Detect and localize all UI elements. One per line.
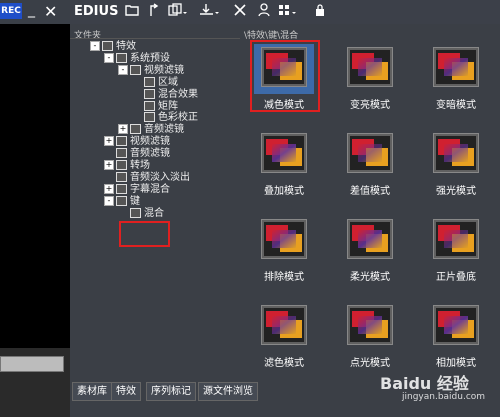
effect-label[interactable]: 叠加模式 — [249, 182, 319, 197]
effect-label[interactable]: 相加模式 — [421, 354, 491, 369]
folder-icon — [116, 195, 127, 206]
expand-icon[interactable]: + — [118, 124, 128, 135]
collapse-icon[interactable]: - — [90, 41, 100, 51]
tree-item[interactable]: + 视频滤镜 — [104, 136, 170, 148]
folder-icon — [144, 100, 155, 111]
tree-item[interactable]: 音频滤镜 — [104, 148, 170, 160]
properties-icon[interactable] — [256, 3, 272, 19]
tree-item[interactable]: - 视频滤镜 — [118, 64, 184, 77]
watermark-url: jingyan.baidu.com — [402, 392, 486, 402]
effect-thumbnail[interactable] — [348, 306, 392, 344]
selected-effect-highlight — [250, 40, 320, 112]
minimize-button[interactable]: _ — [28, 2, 35, 18]
lock-icon[interactable] — [312, 3, 328, 19]
tree-item-label: 键 — [130, 195, 140, 207]
close-button[interactable]: ✕ — [44, 2, 57, 21]
effect-label[interactable]: 变暗模式 — [421, 96, 491, 111]
collapse-icon[interactable]: - — [104, 195, 114, 206]
tree-item[interactable]: + 转场 — [104, 160, 150, 172]
tree-item-label: 视频滤镜 — [144, 64, 184, 76]
app-title: EDIUS — [74, 4, 119, 19]
tab-sequence-markers[interactable]: 序列标记 — [146, 382, 196, 401]
folder-icon — [144, 112, 155, 123]
expand-icon[interactable]: + — [104, 160, 114, 170]
expand-icon[interactable]: + — [104, 183, 114, 194]
tree-item-label: 字幕混合 — [130, 183, 170, 195]
tree-item-label: 矩阵 — [158, 100, 178, 112]
effect-label[interactable]: 柔光模式 — [335, 268, 405, 283]
effect-thumbnail[interactable] — [348, 220, 392, 258]
tree-item[interactable]: 混合效果 — [132, 88, 198, 101]
folder-icon — [116, 171, 127, 182]
rec-indicator: REC — [0, 3, 22, 19]
collapse-icon[interactable]: - — [118, 64, 128, 75]
tree-item-label: 视频滤镜 — [130, 136, 170, 148]
tree-item-label: 系统预设 — [130, 52, 170, 64]
view-dropdown-icon[interactable] — [278, 3, 300, 19]
tab-source-browser[interactable]: 源文件浏览 — [198, 382, 258, 401]
tree-item[interactable]: 音频淡入淡出 — [104, 171, 190, 184]
copy-dropdown-icon[interactable] — [168, 3, 190, 19]
effect-label[interactable]: 变亮模式 — [335, 96, 405, 111]
effect-thumbnail[interactable] — [262, 134, 306, 172]
folder-icon — [116, 183, 127, 194]
folder-icon — [130, 124, 141, 135]
tree-item[interactable]: 区域 — [132, 76, 178, 89]
folder-icon — [116, 136, 127, 147]
tree-item-label: 色彩校正 — [158, 112, 198, 124]
collapse-icon[interactable]: - — [104, 52, 114, 63]
effect-thumbnail[interactable] — [434, 306, 478, 344]
effect-thumbnail[interactable] — [262, 306, 306, 344]
folder-icon — [116, 52, 127, 63]
effect-label[interactable]: 强光模式 — [421, 182, 491, 197]
tree-item-label: 转场 — [130, 160, 150, 171]
tree-item[interactable]: - 系统预设 — [104, 52, 170, 65]
effect-thumbnail[interactable] — [434, 48, 478, 86]
baidu-watermark: Baidu 经验 — [380, 374, 469, 393]
folder-icon — [130, 207, 141, 218]
effect-thumbnail[interactable] — [262, 220, 306, 258]
tree-item-label: 音频滤镜 — [130, 148, 170, 160]
effect-label[interactable]: 排除模式 — [249, 268, 319, 283]
delete-icon[interactable] — [232, 3, 248, 19]
effect-label[interactable]: 差值模式 — [335, 182, 405, 197]
tree-item-label: 音频滤镜 — [144, 124, 184, 136]
tree-item[interactable]: + 字幕混合 — [104, 183, 170, 196]
folder-icon — [130, 64, 141, 75]
effect-thumbnail[interactable] — [434, 220, 478, 258]
effect-label[interactable]: 滤色模式 — [249, 354, 319, 369]
tree-item-label: 特效 — [116, 41, 136, 52]
effect-thumbnail[interactable] — [348, 48, 392, 86]
position-slider[interactable] — [0, 356, 64, 372]
tree-item-label: 混合 — [144, 207, 164, 219]
folder-icon — [102, 41, 113, 51]
expand-icon[interactable]: + — [104, 136, 114, 147]
tree-item[interactable]: 混合 — [118, 207, 164, 220]
tree-item[interactable]: + 音频滤镜 — [118, 124, 184, 136]
import-dropdown-icon[interactable] — [198, 3, 222, 19]
tab-bin[interactable]: 素材库 — [72, 382, 112, 401]
tree-item[interactable]: - 特效 — [90, 41, 136, 53]
tree-item[interactable]: 矩阵 — [132, 100, 178, 113]
up-folder-icon[interactable] — [146, 3, 162, 19]
folder-icon — [144, 88, 155, 99]
selected-folder-highlight — [119, 221, 170, 247]
effect-thumbnail[interactable] — [434, 134, 478, 172]
tree-item-label: 音频淡入淡出 — [130, 171, 190, 183]
folder-icon — [116, 148, 127, 159]
folder-icon — [144, 76, 155, 87]
tree-item-label: 混合效果 — [158, 88, 198, 100]
tree-item-label: 区域 — [158, 76, 178, 88]
effect-label[interactable]: 正片叠底 — [421, 268, 491, 283]
effect-thumbnail[interactable] — [348, 134, 392, 172]
folder-icon — [116, 160, 127, 170]
tree-item[interactable]: 色彩校正 — [132, 112, 198, 124]
effect-label[interactable]: 点光模式 — [335, 354, 405, 369]
tree-item[interactable]: -键 — [104, 195, 140, 208]
tab-effects[interactable]: 特效 — [111, 382, 141, 401]
folder-icon[interactable] — [124, 3, 140, 19]
